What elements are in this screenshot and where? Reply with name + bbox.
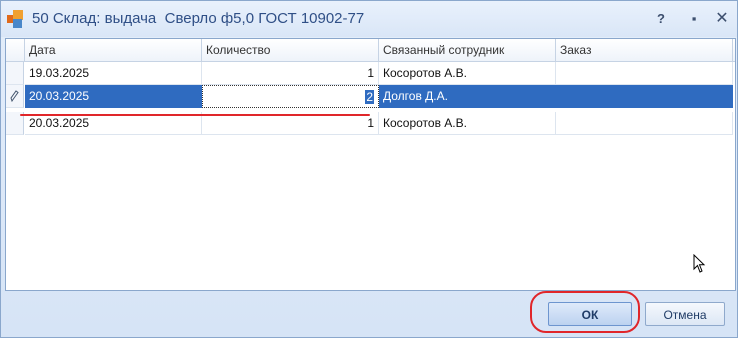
cell-order[interactable]: [556, 85, 733, 108]
cell-quantity-editor[interactable]: 2: [202, 85, 379, 108]
close-button[interactable]: ✕: [712, 10, 732, 28]
quantity-edit-value[interactable]: 2: [365, 90, 374, 104]
issue-grid[interactable]: Дата Количество Связанный сотрудник Зака…: [5, 38, 736, 291]
cancel-button[interactable]: Отмена: [645, 302, 725, 326]
row-indicator[interactable]: [6, 85, 24, 108]
window-title: 50 Склад: выдача Сверло ф5,0 ГОСТ 10902-…: [32, 10, 365, 27]
cell-order[interactable]: [556, 112, 733, 135]
column-header-employee[interactable]: Связанный сотрудник: [379, 39, 556, 61]
annotation-underline: [20, 114, 370, 116]
title-bar[interactable]: 50 Склад: выдача Сверло ф5,0 ГОСТ 10902-…: [1, 1, 737, 37]
minimize-button[interactable]: ▪: [684, 10, 704, 28]
dialog-window: 50 Склад: выдача Сверло ф5,0 ГОСТ 10902-…: [0, 0, 738, 338]
cell-date[interactable]: 19.03.2025: [25, 62, 202, 85]
app-icon: [7, 10, 25, 28]
cursor-icon: [693, 254, 706, 273]
pencil-icon: [10, 90, 19, 102]
table-row-selected[interactable]: 20.03.2025 2 Долгов Д.А.: [6, 85, 735, 108]
header-indicator: [6, 39, 25, 61]
column-header-order[interactable]: Заказ: [556, 39, 733, 61]
column-header-date[interactable]: Дата: [25, 39, 202, 61]
table-row[interactable]: 19.03.2025 1 Косоротов А.В.: [6, 62, 735, 85]
cell-employee[interactable]: Долгов Д.А.: [379, 85, 556, 108]
cell-employee[interactable]: Косоротов А.В.: [379, 112, 556, 135]
row-indicator[interactable]: [6, 62, 24, 85]
cell-employee[interactable]: Косоротов А.В.: [379, 62, 556, 85]
help-button[interactable]: ?: [651, 10, 671, 28]
column-header-quantity[interactable]: Количество: [202, 39, 379, 61]
cell-date[interactable]: 20.03.2025: [25, 85, 202, 108]
grid-header: Дата Количество Связанный сотрудник Зака…: [6, 39, 735, 62]
cell-quantity[interactable]: 1: [202, 62, 379, 85]
cell-order[interactable]: [556, 62, 733, 85]
annotation-circle: [530, 291, 640, 333]
